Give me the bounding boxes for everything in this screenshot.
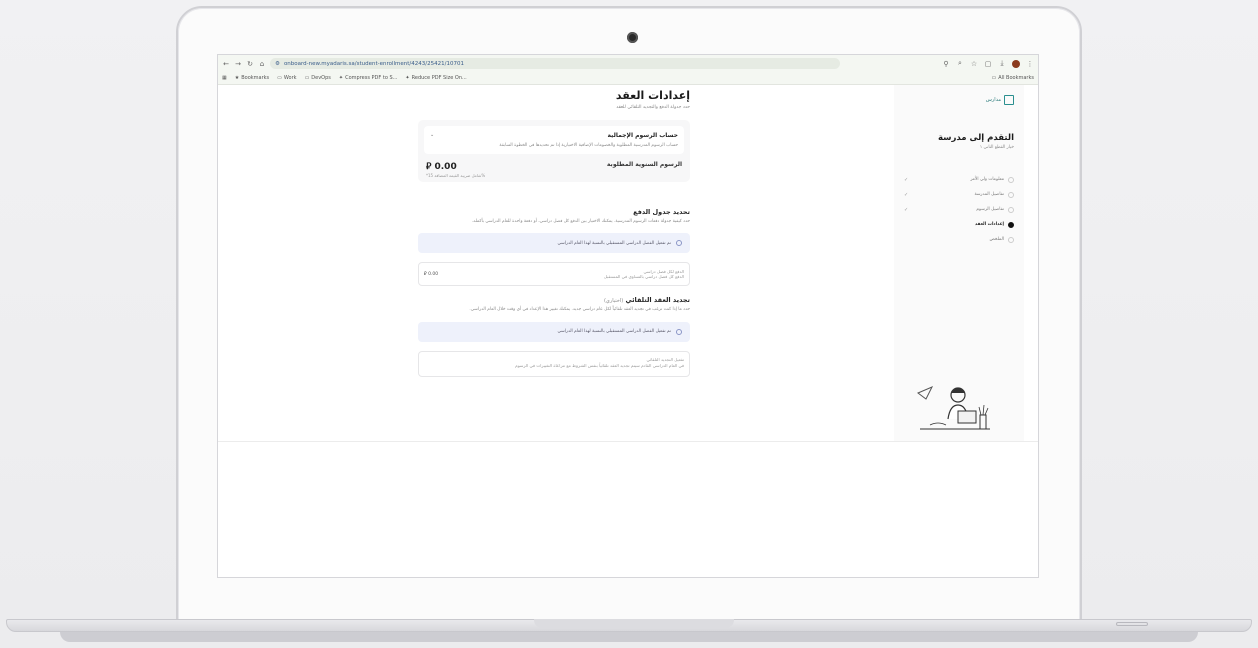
info-icon [676,328,682,335]
main-column: إعدادات العقد حدد جدولة الدفع والتجديد ا… [418,89,690,377]
logo: مدارس [904,95,1014,105]
annual-fees-label: الرسوم السنوية المطلوبة [606,161,682,168]
fees-card-title: حساب الرسوم الإجمالية [607,132,678,139]
per-semester-option[interactable]: الدفع لكل فصل دراسي الدفع كل فصل دراسي ب… [418,262,690,287]
home-icon[interactable]: ⌂ [258,60,266,68]
camera-icon [627,32,638,43]
auto-renew-description: حدد ما إذا كنت ترغب في تجديد العقد تلقائ… [469,307,690,313]
step-item[interactable]: تفاصيل المدرسة ✓ [904,187,1014,202]
back-icon[interactable]: ← [222,60,230,68]
auto-renew-info-box: تم تفعيل الفصل الدراسي المستقبلي بالنسبة… [418,321,690,342]
step-dot-icon [1008,176,1014,183]
bookmark-item[interactable]: ★ Bookmarks [235,75,269,81]
all-bookmarks[interactable]: ▭ All Bookmarks [992,75,1034,81]
payment-schedule-title: تحديد جدول الدفع [633,208,690,216]
vat-note: *شامل ضريبة القيمة المضافة 15% [426,173,486,178]
auto-renew-title: تجديد العقد التلقائي (اختياري) [603,296,690,305]
step-item[interactable]: تفاصيل الرسوم ✓ [904,202,1014,217]
page-content: إعدادات العقد حدد جدولة الدفع والتجديد ا… [218,85,1038,441]
check-icon: ✓ [904,176,909,183]
page-title: إعدادات العقد [615,89,690,102]
avatar[interactable] [1012,59,1020,68]
option-subtitle: في العام الدراسي القادم سيتم تجديد العقد… [515,362,684,368]
step-dot-icon [1008,236,1014,243]
check-icon: ✓ [904,206,909,213]
bookmark-folder-work[interactable]: ▭ Work [277,75,296,81]
step-dot-icon [1008,191,1014,198]
address-bar[interactable]: ⚙ onboard-new.myadaris.sa/student-enroll… [270,58,840,69]
check-icon: ✓ [904,191,909,198]
school-logo-icon [1004,95,1014,105]
bookmark-reduce-pdf[interactable]: ✦ Reduce PDF Size On... [405,75,466,81]
zoom-icon[interactable]: ⌕ [956,59,964,68]
sidebar-title: التقدم إلى مدرسة [937,133,1014,143]
info-icon [676,240,682,247]
bookmarks-bar: ▦ ★ Bookmarks ▭ Work ▭ DevOps ✦ Compress… [218,72,1038,85]
steps-list: معلومات ولي الأمر ✓ تفاصيل المدرسة ✓ تفا… [904,172,1014,247]
bookmark-folder-devops[interactable]: ▭ DevOps [305,75,331,81]
translate-icon[interactable]: ⚲ [942,60,950,68]
tab-icon[interactable]: ▢ [984,60,992,68]
site-info-icon[interactable]: ⚙ [275,61,280,67]
forward-icon[interactable]: → [234,60,242,68]
download-icon[interactable]: ⤓ [998,59,1006,68]
step-item-active[interactable]: إعدادات العقد [904,217,1014,232]
student-illustration [917,386,990,430]
sidebar-subtitle: خيار القطع الثاني ١ [979,145,1014,150]
page-subtitle: حدد جدولة الدفع والتجديد التلقائي للعقد [616,105,690,110]
bookmark-compress-pdf[interactable]: ✦ Compress PDF to S... [339,75,398,81]
step-dot-icon [1008,221,1014,228]
option-subtitle: الدفع كل فصل دراسي بالتساوي في المستقبل [603,274,684,280]
annual-fees-amount: ⃁ 0.00 [426,162,457,172]
fees-card-description: حساب الرسوم المدرسية المطلوبة والخصومات … [499,143,678,148]
apps-icon[interactable]: ▦ [222,75,227,81]
laptop-bottom [60,632,1198,642]
payment-schedule-description: حدد كيفية جدولة دفعات الرسوم المدرسية. ي… [471,219,690,224]
screen: ← → ↻ ⌂ ⚙ onboard-new.myadaris.sa/studen… [217,54,1039,578]
riyal-icon: ⃁ [426,162,432,172]
sidebar: مدارس التقدم إلى مدرسة خيار القطع الثاني… [894,85,1024,441]
fees-card: حساب الرسوم الإجمالية ⌄ حساب الرسوم المد… [418,120,690,182]
option-value: ⃁ 0.00 [424,272,439,278]
reload-icon[interactable]: ↻ [246,60,254,68]
page-lower-blank [218,441,1038,577]
step-item[interactable]: الملخص [904,232,1014,247]
laptop-tab [1116,622,1148,626]
step-item[interactable]: معلومات ولي الأمر ✓ [904,172,1014,187]
browser-toolbar: ← → ↻ ⌂ ⚙ onboard-new.myadaris.sa/studen… [218,55,1038,72]
chevron-down-icon[interactable]: ⌄ [430,132,434,139]
step-dot-icon [1008,206,1014,213]
menu-icon[interactable]: ⋮ [1026,60,1034,68]
laptop-notch [534,619,734,628]
auto-renew-option[interactable]: تفعيل التجديد التلقائي في العام الدراسي … [418,350,690,377]
star-icon[interactable]: ☆ [970,60,978,68]
payment-info-box: تم تفعيل الفصل الدراسي المستقبلي بالنسبة… [418,233,690,254]
url-text: onboard-new.myadaris.sa/student-enrollme… [283,60,464,67]
